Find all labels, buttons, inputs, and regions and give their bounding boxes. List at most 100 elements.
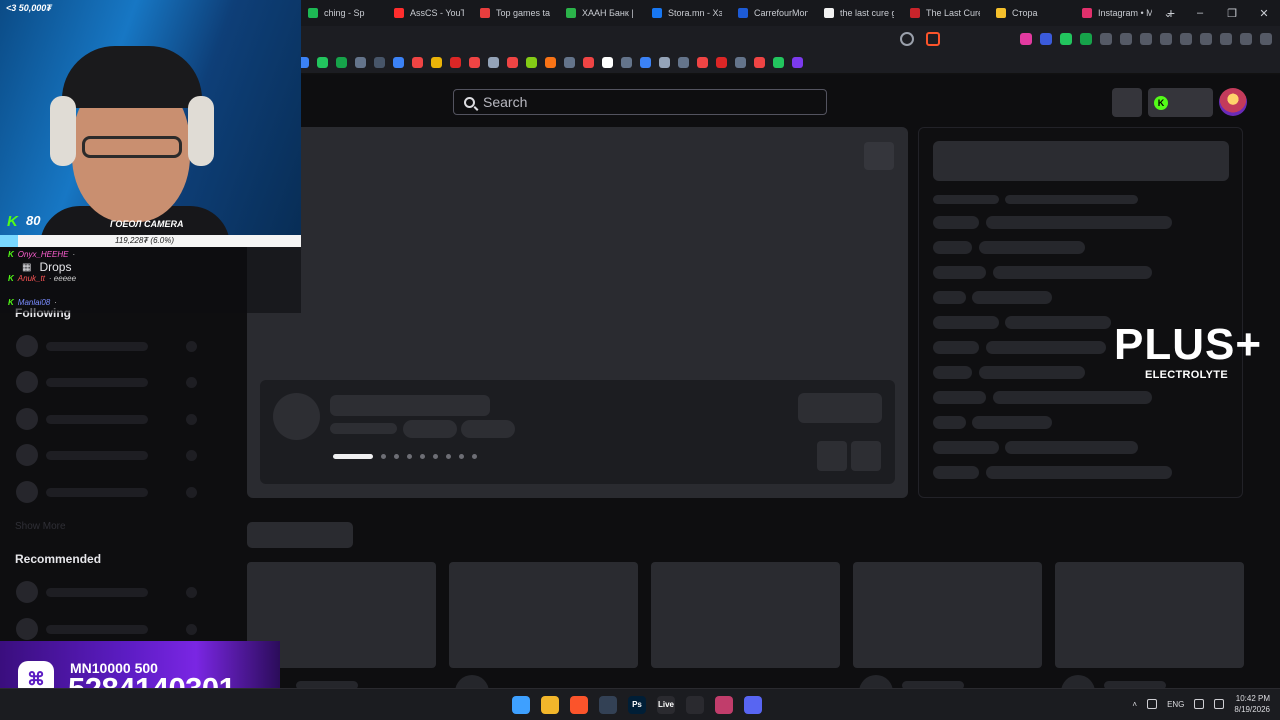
bookmark-icon[interactable] [450, 57, 461, 68]
browser-tab[interactable]: AssCS - YouTub [386, 0, 472, 26]
bookmark-icon[interactable] [697, 57, 708, 68]
menu-icon[interactable] [1260, 33, 1272, 45]
vpn-icon[interactable] [1240, 33, 1252, 45]
sidebar-icon[interactable] [1180, 33, 1192, 45]
bookmark-icon[interactable] [773, 57, 784, 68]
bookmark-icon[interactable] [735, 57, 746, 68]
browser-tab[interactable]: Стора [988, 0, 1074, 26]
sidebar-skeleton-row[interactable] [16, 481, 216, 503]
minimize-icon[interactable]: – [1184, 7, 1216, 19]
stream-thumbnail-skeleton[interactable] [853, 562, 1042, 668]
bookmark-icon[interactable] [317, 57, 328, 68]
browser-tab[interactable]: Stora.mn - Хэр [644, 0, 730, 26]
carousel-dot[interactable] [394, 454, 399, 459]
search-box[interactable] [453, 89, 827, 115]
search-input[interactable] [483, 94, 783, 110]
featured-carousel[interactable] [247, 127, 908, 498]
browser-tab[interactable]: ХААН Банк | И [558, 0, 644, 26]
brave-shields-icon[interactable] [926, 32, 940, 46]
extension-icon[interactable] [1040, 33, 1052, 45]
bookmark-icon[interactable] [336, 57, 347, 68]
browser-tab[interactable]: the last cure g [816, 0, 902, 26]
bookmark-icon[interactable] [488, 57, 499, 68]
carousel-dot[interactable] [472, 454, 477, 459]
next-button[interactable] [851, 441, 881, 471]
extension-icon[interactable] [1060, 33, 1072, 45]
puzzle-icon[interactable] [1120, 33, 1132, 45]
obs-icon[interactable] [686, 696, 704, 714]
browser-tab[interactable]: Instagram • M [1074, 0, 1160, 26]
sidebar-item-drops[interactable]: ▦ Drops [22, 260, 71, 274]
sidebar-skeleton-row[interactable] [16, 581, 216, 603]
bookmark-icon[interactable] [393, 57, 404, 68]
close-icon[interactable]: ✕ [1248, 7, 1280, 20]
bookmark-icon[interactable] [640, 57, 651, 68]
bookmark-icon[interactable] [564, 57, 575, 68]
sidebar-skeleton-row[interactable] [16, 444, 216, 466]
extension-icon[interactable] [1080, 33, 1092, 45]
carousel-dot[interactable] [446, 454, 451, 459]
clock[interactable]: 10:42 PM 8/19/2026 [1234, 693, 1270, 715]
game-icon[interactable] [715, 696, 733, 714]
bookmark-icon[interactable] [431, 57, 442, 68]
tab-search-icon[interactable]: ⌄ [1152, 7, 1184, 20]
windows-start-icon[interactable] [512, 696, 530, 714]
sidebar-skeleton-row[interactable] [16, 371, 216, 393]
carousel-dot[interactable] [420, 454, 425, 459]
stream-thumbnail-skeleton[interactable] [449, 562, 638, 668]
header-skeleton-button[interactable] [1112, 88, 1142, 117]
network-icon[interactable] [1194, 699, 1205, 709]
browser-tab[interactable]: CarrefourMon [730, 0, 816, 26]
extension-icon[interactable] [1160, 33, 1172, 45]
extension-icon[interactable] [1140, 33, 1152, 45]
maximize-icon[interactable]: ❐ [1216, 7, 1248, 20]
app-icon[interactable] [599, 696, 617, 714]
discord-icon[interactable] [744, 696, 762, 714]
file-explorer-icon[interactable] [541, 696, 559, 714]
sidebar-skeleton-row[interactable] [16, 335, 216, 357]
bookmark-icon[interactable] [507, 57, 518, 68]
bookmark-icon[interactable] [526, 57, 537, 68]
sidebar-skeleton-row[interactable] [16, 618, 216, 640]
bookmark-icon[interactable] [678, 57, 689, 68]
chevron-up-icon[interactable]: ˄ [1132, 700, 1137, 709]
extension-icon[interactable] [1020, 33, 1032, 45]
extension-icon[interactable] [1100, 33, 1112, 45]
live-icon[interactable]: Live [657, 696, 675, 714]
volume-icon[interactable] [1214, 699, 1225, 709]
featured-stream-card[interactable] [260, 380, 895, 484]
bookmark-icon[interactable] [792, 57, 803, 68]
carousel-dot[interactable] [433, 454, 438, 459]
bookmark-icon[interactable] [469, 57, 480, 68]
wallet-icon[interactable] [1200, 33, 1212, 45]
login-button[interactable]: K [1148, 88, 1213, 117]
mic-icon[interactable] [1147, 699, 1158, 709]
bookmark-icon[interactable] [412, 57, 423, 68]
bookmark-icon[interactable] [659, 57, 670, 68]
avatar[interactable] [1219, 88, 1247, 116]
bookmark-icon[interactable] [716, 57, 727, 68]
photoshop-icon[interactable]: Ps [628, 696, 646, 714]
prev-button[interactable] [817, 441, 847, 471]
zoom-icon[interactable] [900, 32, 914, 46]
stream-thumbnail-skeleton[interactable] [651, 562, 840, 668]
leo-icon[interactable] [1220, 33, 1232, 45]
brave-browser-icon[interactable] [570, 696, 588, 714]
sidebar-skeleton-row[interactable] [16, 408, 216, 430]
carousel-dot[interactable] [381, 454, 386, 459]
bookmark-icon[interactable] [355, 57, 366, 68]
carousel-dot[interactable] [459, 454, 464, 459]
bookmark-icon[interactable] [602, 57, 613, 68]
carousel-dot[interactable] [407, 454, 412, 459]
watch-button-skeleton[interactable] [798, 393, 882, 423]
carousel-dot-active[interactable] [333, 454, 373, 459]
bookmark-icon[interactable] [754, 57, 765, 68]
browser-tab[interactable]: ching - Sp [300, 0, 386, 26]
language-indicator[interactable]: ENG [1167, 700, 1184, 709]
bookmark-icon[interactable] [621, 57, 632, 68]
bookmark-icon[interactable] [583, 57, 594, 68]
browser-tab[interactable]: Top games tag [472, 0, 558, 26]
browser-tab[interactable]: The Last Cure [902, 0, 988, 26]
show-more-link[interactable]: Show More [15, 521, 66, 532]
bookmark-icon[interactable] [374, 57, 385, 68]
